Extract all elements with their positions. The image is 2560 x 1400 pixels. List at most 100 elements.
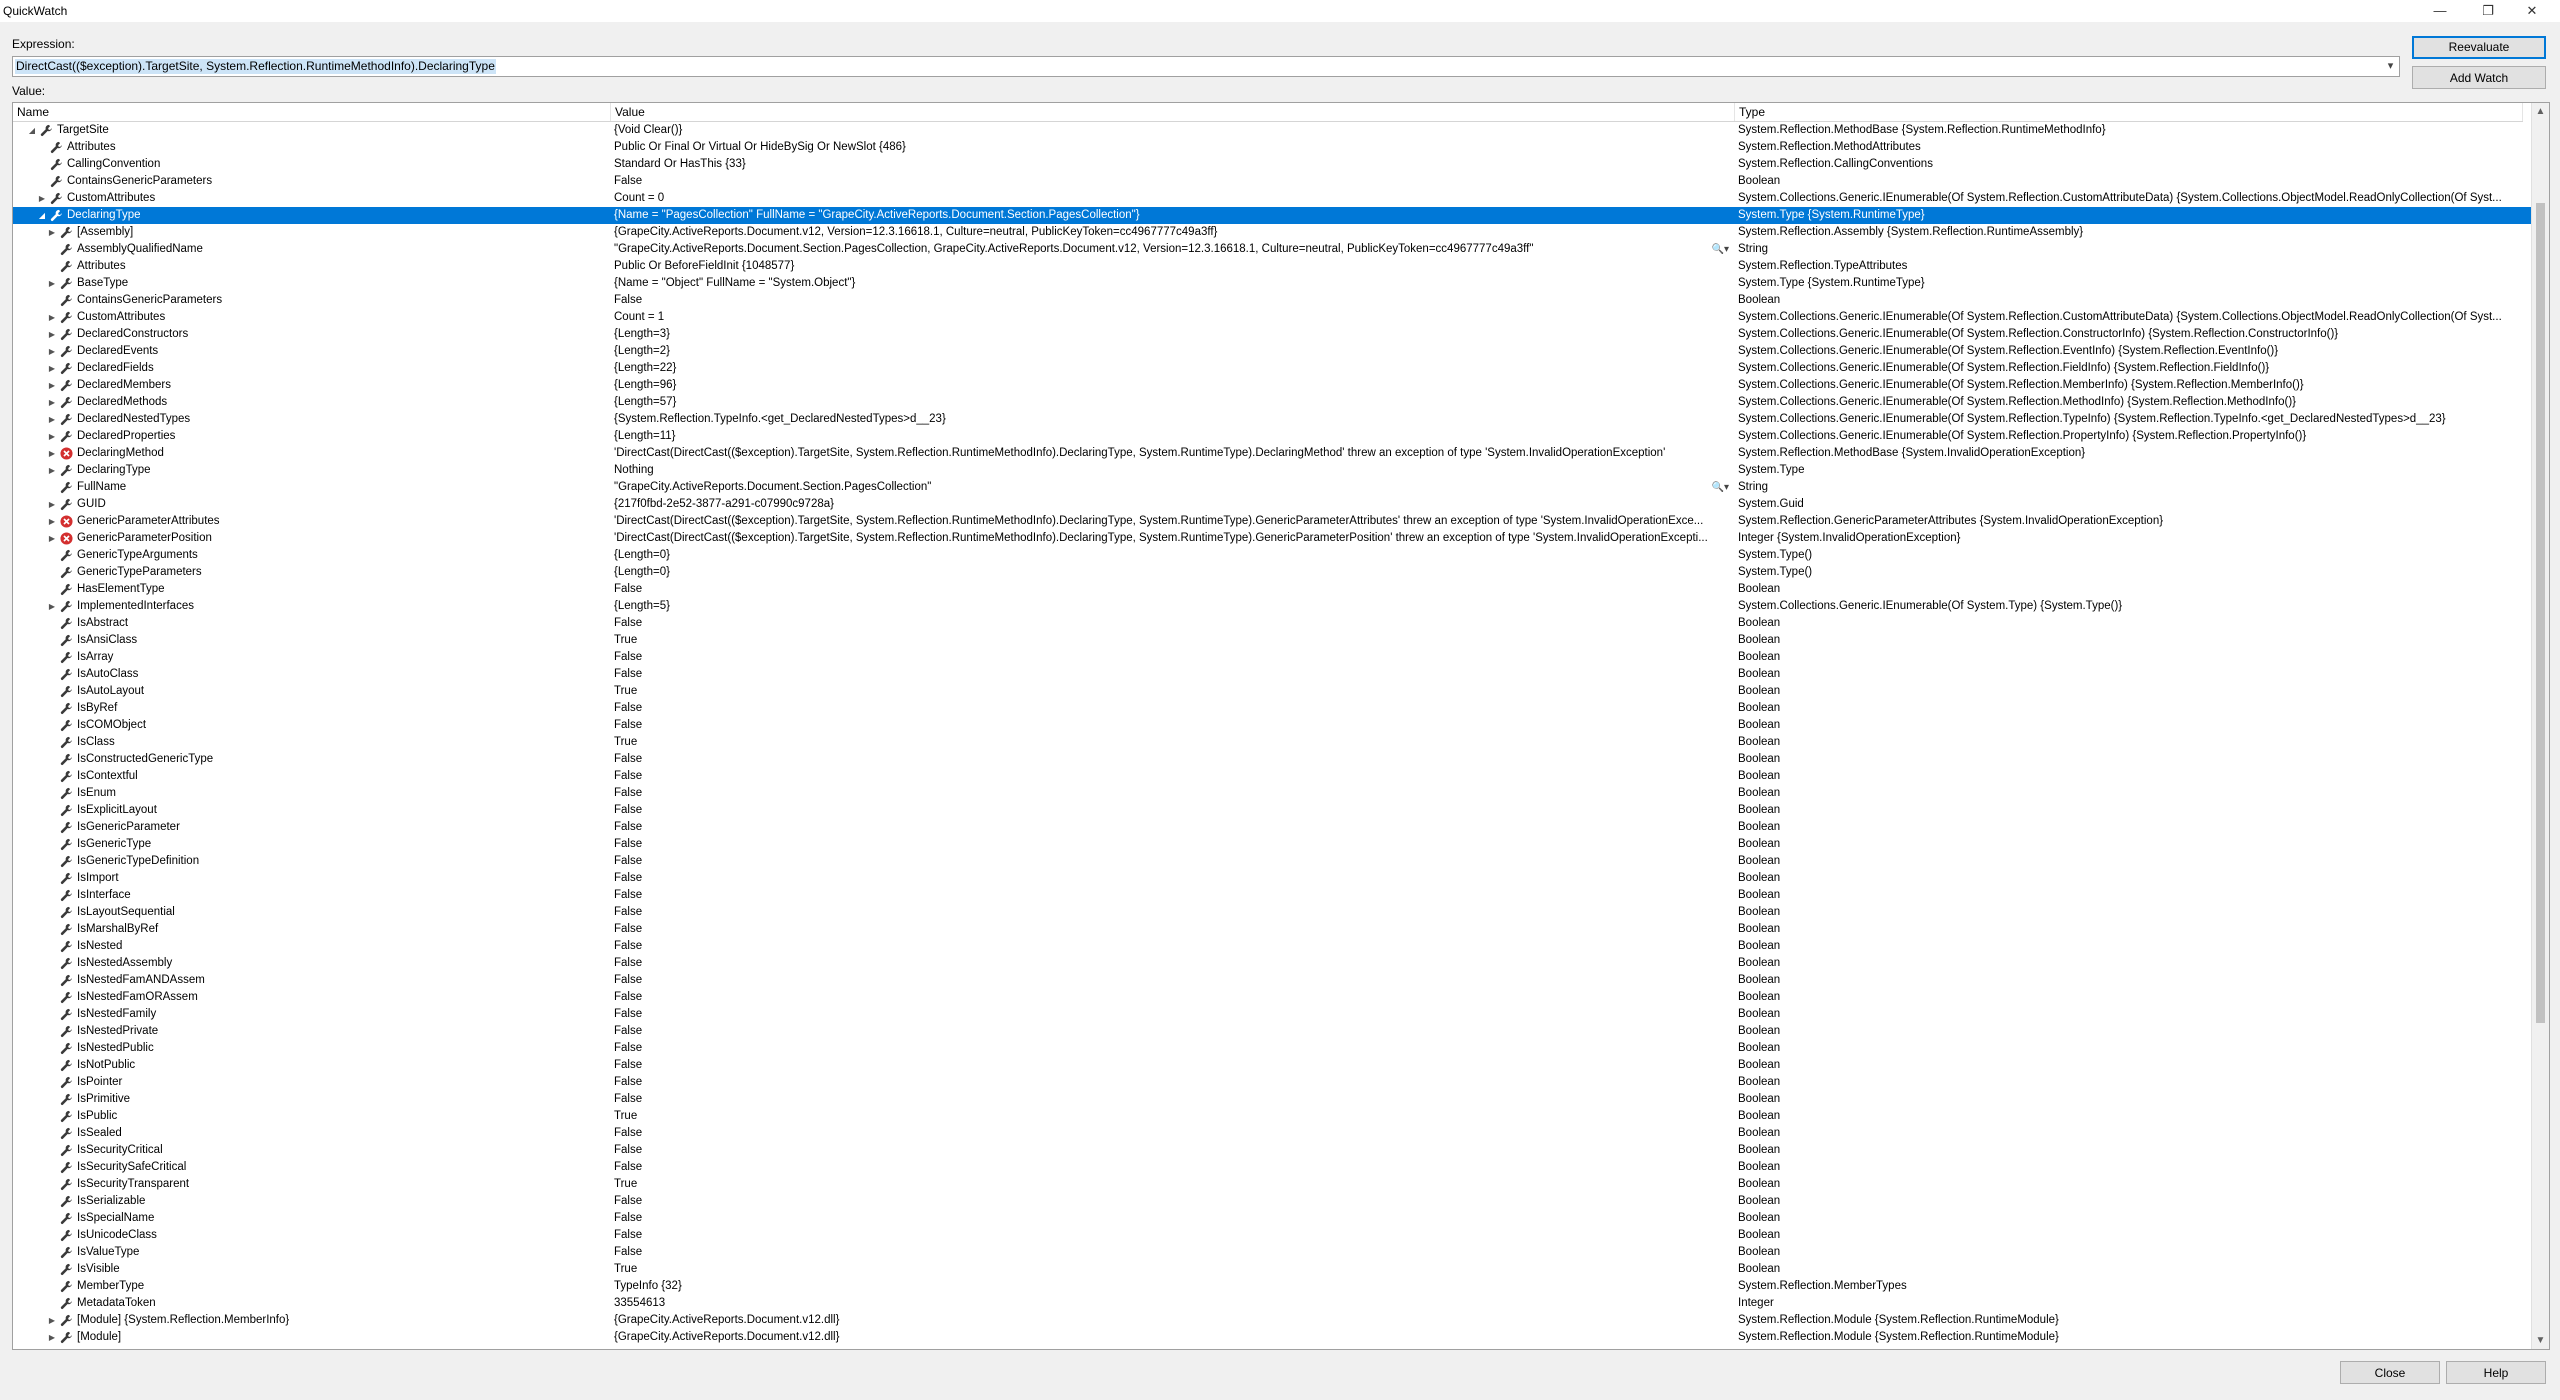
table-row[interactable]: IsPrimitive False Boolean bbox=[13, 1091, 2535, 1108]
close-window-icon[interactable]: ✕ bbox=[2516, 0, 2548, 22]
value-cell[interactable]: {Length=0} bbox=[611, 547, 1733, 564]
table-row[interactable]: Attributes Public Or Final Or Virtual Or … bbox=[13, 139, 2535, 156]
value-cell[interactable]: Count = 1 bbox=[611, 309, 1733, 326]
value-cell[interactable]: True bbox=[611, 1176, 1733, 1193]
expand-arrow-icon[interactable]: ▶ bbox=[47, 377, 57, 394]
help-button[interactable]: Help bbox=[2446, 1361, 2546, 1384]
value-cell[interactable]: False bbox=[611, 819, 1733, 836]
expand-arrow-icon[interactable]: ▶ bbox=[47, 309, 57, 326]
value-cell[interactable]: True bbox=[611, 632, 1733, 649]
chevron-down-icon[interactable]: ▾ bbox=[2382, 57, 2399, 76]
value-cell[interactable]: False bbox=[611, 173, 1733, 190]
table-row[interactable]: AssemblyQualifiedName "GrapeCity.ActiveRe… bbox=[13, 241, 2535, 258]
table-row[interactable]: IsAbstract False Boolean bbox=[13, 615, 2535, 632]
table-row[interactable]: IsNestedFamANDAssem False Boolean bbox=[13, 972, 2535, 989]
column-header-name[interactable]: Name bbox=[13, 103, 611, 121]
value-cell[interactable]: {217f0fbd-2e52-3877-a291-c07990c9728a} bbox=[611, 496, 1733, 513]
table-row[interactable]: IsAutoLayout True Boolean bbox=[13, 683, 2535, 700]
table-row[interactable]: ▶ DeclaredProperties {Length=11} System.Col… bbox=[13, 428, 2535, 445]
value-cell[interactable]: False bbox=[611, 717, 1733, 734]
value-cell[interactable]: {Length=0} bbox=[611, 564, 1733, 581]
value-cell[interactable]: False bbox=[611, 853, 1733, 870]
value-cell[interactable]: False bbox=[611, 615, 1733, 632]
expand-arrow-icon[interactable]: ▶ bbox=[47, 598, 57, 615]
value-cell[interactable]: False bbox=[611, 870, 1733, 887]
table-row[interactable]: MetadataToken 33554613 Integer bbox=[13, 1295, 2535, 1312]
table-row[interactable]: ▶ [Assembly] {GrapeCity.ActiveReports.Docu… bbox=[13, 224, 2535, 241]
value-cell[interactable]: Public Or BeforeFieldInit {1048577} bbox=[611, 258, 1733, 275]
expand-arrow-icon[interactable]: ▶ bbox=[47, 513, 57, 530]
add-watch-button[interactable]: Add Watch bbox=[2412, 66, 2546, 89]
close-button[interactable]: Close bbox=[2340, 1361, 2440, 1384]
table-row[interactable]: IsNestedPrivate False Boolean bbox=[13, 1023, 2535, 1040]
expand-arrow-icon[interactable]: ▶ bbox=[47, 343, 57, 360]
value-cell[interactable]: TypeInfo {32} bbox=[611, 1278, 1733, 1295]
table-row[interactable]: ▶ [Module] {System.Reflection.MemberInfo}… bbox=[13, 1312, 2535, 1329]
value-cell[interactable]: {Name = "Object" FullName = "System.Obje… bbox=[611, 275, 1733, 292]
value-cell[interactable]: False bbox=[611, 649, 1733, 666]
table-row[interactable]: ▶ GenericParameterPosition 'DirectCast(Dir… bbox=[13, 530, 2535, 547]
table-row[interactable]: ▶ BaseType {Name = "Object" FullName = "Sy… bbox=[13, 275, 2535, 292]
expand-arrow-icon[interactable]: ▶ bbox=[47, 326, 57, 343]
table-row[interactable]: ContainsGenericParameters False Boolean bbox=[13, 292, 2535, 309]
table-row[interactable]: IsAnsiClass True Boolean bbox=[13, 632, 2535, 649]
text-visualizer-icon[interactable]: 🔍▾ bbox=[1712, 479, 1729, 496]
collapse-arrow-icon[interactable]: ◢ bbox=[27, 122, 37, 139]
table-row[interactable]: ▶ [Module] {GrapeCity.ActiveReports.Docume… bbox=[13, 1329, 2535, 1346]
value-cell[interactable]: {Length=5} bbox=[611, 598, 1733, 615]
table-row[interactable]: IsVisible True Boolean bbox=[13, 1261, 2535, 1278]
watch-grid[interactable]: Name Value Type ◢ TargetSite {Void Clear()… bbox=[12, 102, 2550, 1350]
table-row[interactable]: ▶ DeclaredMethods {Length=57} System.Collec… bbox=[13, 394, 2535, 411]
table-row[interactable]: IsNestedPublic False Boolean bbox=[13, 1040, 2535, 1057]
table-row[interactable]: IsUnicodeClass False Boolean bbox=[13, 1227, 2535, 1244]
value-cell[interactable]: {Name = "PagesCollection" FullName = "Gr… bbox=[611, 207, 1733, 224]
value-cell[interactable]: {Length=2} bbox=[611, 343, 1733, 360]
table-row[interactable]: IsAutoClass False Boolean bbox=[13, 666, 2535, 683]
value-cell[interactable]: True bbox=[611, 1261, 1733, 1278]
table-row[interactable]: IsSecurityCritical False Boolean bbox=[13, 1142, 2535, 1159]
table-row[interactable]: IsNestedFamORAssem False Boolean bbox=[13, 989, 2535, 1006]
table-row[interactable]: IsImport False Boolean bbox=[13, 870, 2535, 887]
value-cell[interactable]: {Void Clear()} bbox=[611, 122, 1733, 139]
value-cell[interactable]: False bbox=[611, 904, 1733, 921]
expand-arrow-icon[interactable]: ▶ bbox=[47, 360, 57, 377]
table-row[interactable]: ▶ DeclaringMethod 'DirectCast(DirectCast((… bbox=[13, 445, 2535, 462]
expand-arrow-icon[interactable]: ▶ bbox=[47, 224, 57, 241]
table-row[interactable]: ◢ DeclaringType {Name = "PagesCollection" … bbox=[13, 207, 2535, 224]
scroll-thumb[interactable] bbox=[2536, 203, 2545, 1023]
table-row[interactable]: MemberType TypeInfo {32} System.Reflection… bbox=[13, 1278, 2535, 1295]
expand-arrow-icon[interactable]: ▶ bbox=[47, 428, 57, 445]
table-row[interactable]: IsEnum False Boolean bbox=[13, 785, 2535, 802]
table-row[interactable]: ▶ GenericParameterAttributes 'DirectCast(D… bbox=[13, 513, 2535, 530]
table-row[interactable]: IsContextful False Boolean bbox=[13, 768, 2535, 785]
table-row[interactable]: IsMarshalByRef False Boolean bbox=[13, 921, 2535, 938]
column-header-type[interactable]: Type bbox=[1735, 103, 2523, 121]
value-cell[interactable]: False bbox=[611, 292, 1733, 309]
value-cell[interactable]: Count = 0 bbox=[611, 190, 1733, 207]
value-cell[interactable]: True bbox=[611, 734, 1733, 751]
table-row[interactable]: IsGenericTypeDefinition False Boolean bbox=[13, 853, 2535, 870]
table-row[interactable]: IsSecuritySafeCritical False Boolean bbox=[13, 1159, 2535, 1176]
table-row[interactable]: ▶ DeclaredMembers {Length=96} System.Collec… bbox=[13, 377, 2535, 394]
expand-arrow-icon[interactable]: ▶ bbox=[47, 462, 57, 479]
table-row[interactable]: IsSealed False Boolean bbox=[13, 1125, 2535, 1142]
value-cell[interactable]: {Length=57} bbox=[611, 394, 1733, 411]
table-row[interactable]: IsSpecialName False Boolean bbox=[13, 1210, 2535, 1227]
value-cell[interactable]: False bbox=[611, 1227, 1733, 1244]
value-cell[interactable]: False bbox=[611, 1125, 1733, 1142]
value-cell[interactable]: False bbox=[611, 1057, 1733, 1074]
table-row[interactable]: IsGenericParameter False Boolean bbox=[13, 819, 2535, 836]
expand-arrow-icon[interactable]: ▶ bbox=[37, 190, 47, 207]
value-cell[interactable]: 'DirectCast(DirectCast(($exception).Targ… bbox=[611, 445, 1733, 462]
table-row[interactable]: ▶ DeclaredConstructors {Length=3} System.Co… bbox=[13, 326, 2535, 343]
table-row[interactable]: IsNested False Boolean bbox=[13, 938, 2535, 955]
value-cell[interactable]: False bbox=[611, 989, 1733, 1006]
value-cell[interactable]: False bbox=[611, 938, 1733, 955]
value-cell[interactable]: False bbox=[611, 1074, 1733, 1091]
expression-combobox[interactable]: DirectCast(($exception).TargetSite, Syst… bbox=[12, 56, 2400, 77]
column-header-value[interactable]: Value bbox=[611, 103, 1735, 121]
table-row[interactable]: IsSecurityTransparent True Boolean bbox=[13, 1176, 2535, 1193]
value-cell[interactable]: {Length=11} bbox=[611, 428, 1733, 445]
value-cell[interactable]: {GrapeCity.ActiveReports.Document.v12, V… bbox=[611, 224, 1733, 241]
value-cell[interactable]: {GrapeCity.ActiveReports.Document.v12.dl… bbox=[611, 1329, 1733, 1346]
